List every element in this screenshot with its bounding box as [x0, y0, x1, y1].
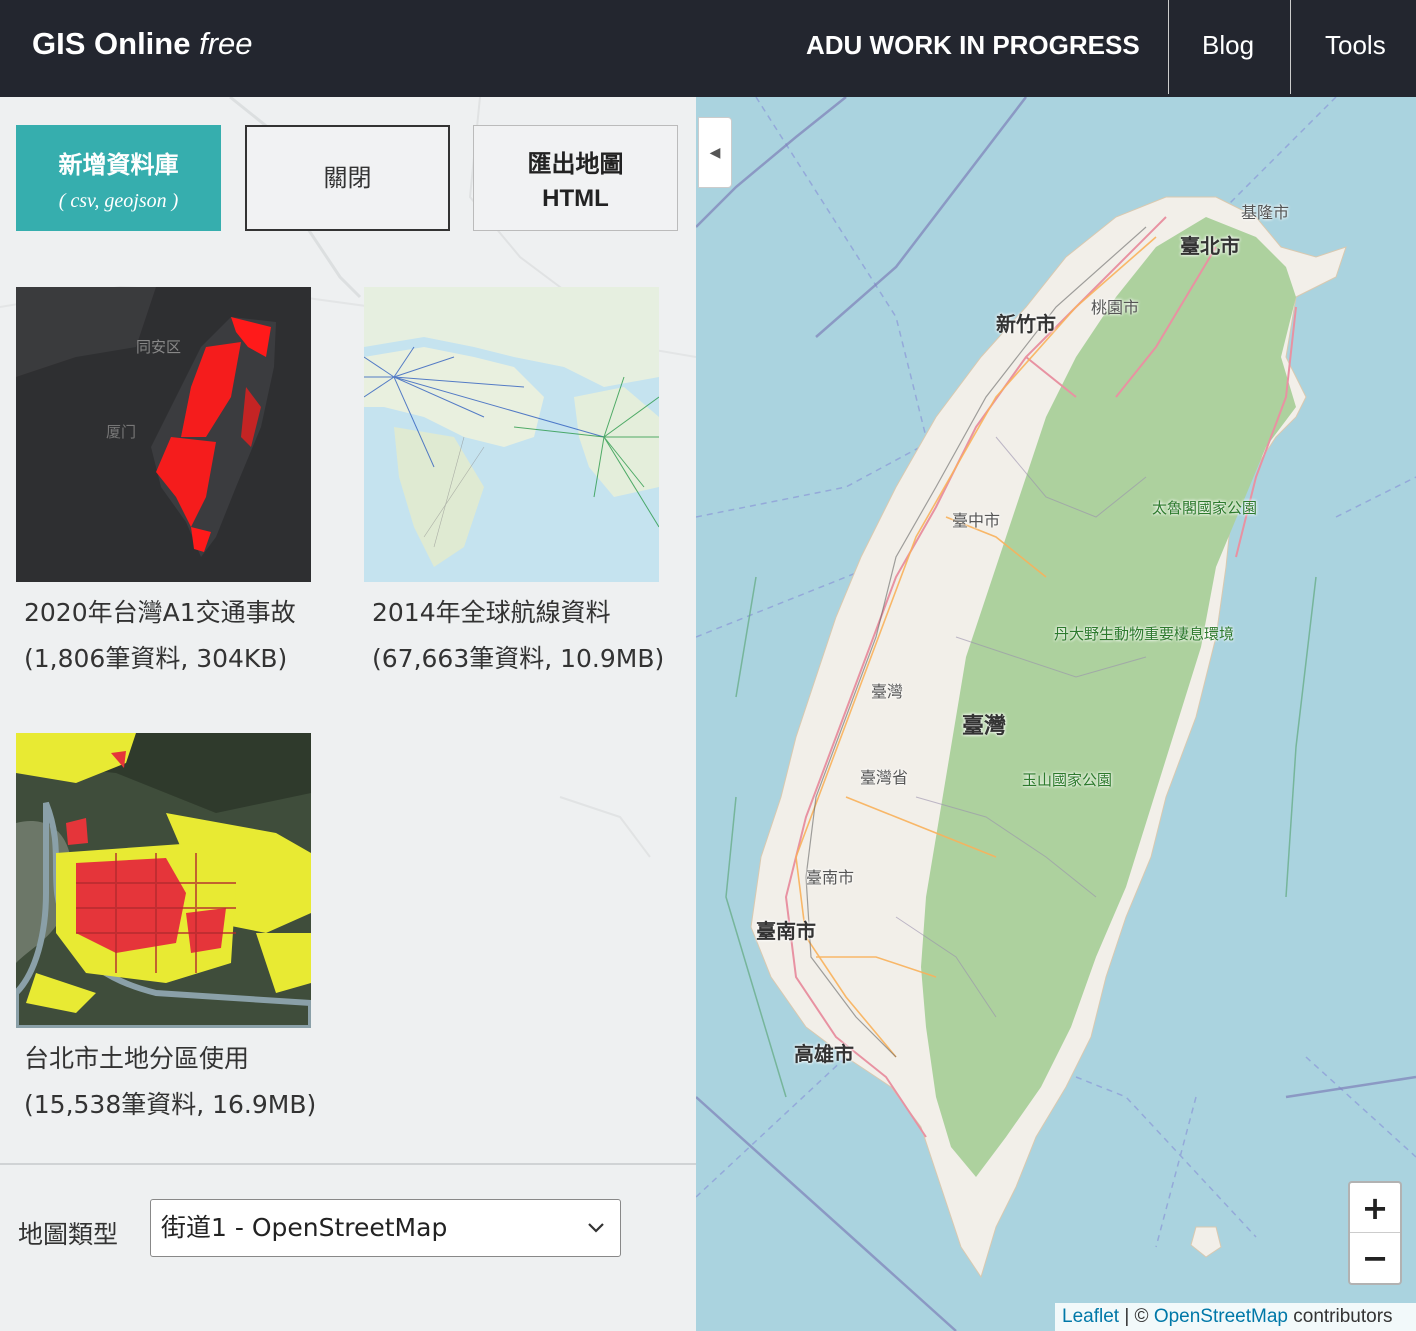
attribution-separator: | © — [1119, 1306, 1154, 1327]
map-label-taiwan-province: 臺灣省 — [860, 768, 909, 787]
export-html-button[interactable]: 匯出地圖 HTML — [473, 125, 678, 231]
export-format: HTML — [542, 185, 609, 212]
thumbnail-flights-image — [364, 287, 659, 582]
brand-logo[interactable]: GIS Online free — [32, 26, 253, 62]
map-attribution: Leaflet | © OpenStreetMap contributors — [1055, 1303, 1416, 1331]
nav-blog-link[interactable]: Blog — [1202, 30, 1254, 61]
nav-divider — [1290, 0, 1291, 94]
thumbnail-landuse-image — [16, 733, 311, 1028]
svg-text:厦门: 厦门 — [106, 423, 136, 441]
top-navbar: GIS Online free ADU WORK IN PROGRESS Blo… — [0, 0, 1416, 97]
map-label-taipei: 臺北市 — [1180, 234, 1240, 258]
zoom-in-button[interactable]: + — [1350, 1183, 1400, 1233]
map-label-tainan: 臺南市 — [756, 919, 816, 943]
add-dataset-label: 新增資料庫 — [58, 151, 179, 179]
map-label-taiwan-main: 臺灣 — [962, 714, 1007, 739]
nav-tools-link[interactable]: Tools — [1325, 30, 1386, 61]
map-label-dandaye: 丹大野生動物重要棲息環境 — [1054, 623, 1234, 645]
chevron-down-icon — [586, 1200, 606, 1277]
sidebar-divider — [0, 1163, 696, 1165]
map-type-label: 地圖類型 — [18, 1220, 119, 1249]
zoom-control: + − — [1348, 1181, 1402, 1285]
dataset-title[interactable]: 2020年台灣A1交通事故 — [24, 593, 296, 629]
map-view[interactable]: 基隆市 臺北市 桃園市 新竹市 臺中市 太魯閣國家公園 丹大野生動物重要棲息環境… — [696, 97, 1416, 1331]
map-label-kaohsiung: 高雄市 — [794, 1042, 854, 1066]
thumbnail-traffic-image: 同安区 厦门 — [16, 287, 311, 582]
collapse-sidebar-button[interactable]: ◀ — [698, 117, 732, 188]
export-label: 匯出地圖 — [527, 150, 624, 178]
nav-divider — [1168, 0, 1169, 94]
map-label-hsinchu: 新竹市 — [996, 312, 1056, 336]
svg-text:同安区: 同安区 — [136, 338, 181, 356]
brand-emphasis: free — [199, 26, 253, 61]
map-label-taroko: 太魯閣國家公園 — [1152, 499, 1258, 517]
sidebar-faded-map — [0, 97, 696, 858]
close-button[interactable]: 關閉 — [245, 125, 450, 231]
dataset-thumbnail-traffic[interactable]: 同安区 厦门 — [16, 287, 311, 582]
add-dataset-button[interactable]: 新增資料庫 ( csv, geojson ) — [16, 125, 221, 231]
zoom-out-button[interactable]: − — [1350, 1233, 1400, 1283]
map-label-yushan: 玉山國家公園 — [1022, 771, 1113, 789]
dataset-meta: (1,806筆資料, 304KB) — [24, 644, 288, 673]
taiwan-basemap — [696, 97, 1416, 1331]
map-type-selected: 街道1 - OpenStreetMap — [161, 1213, 448, 1242]
nav-wip-link[interactable]: ADU WORK IN PROGRESS — [806, 30, 1140, 61]
dataset-meta: (15,538筆資料, 16.9MB) — [24, 1090, 317, 1119]
dataset-title[interactable]: 台北市土地分區使用 — [24, 1039, 249, 1075]
map-label-taichung: 臺中市 — [952, 511, 1001, 530]
attribution-tail: contributors — [1287, 1306, 1393, 1327]
dataset-thumbnail-flights[interactable] — [364, 287, 659, 582]
add-dataset-formats: ( csv, geojson ) — [58, 190, 179, 212]
map-label-taiwan: 臺灣 — [871, 682, 904, 701]
map-label-tainan-small: 臺南市 — [806, 868, 855, 887]
dataset-title[interactable]: 2014年全球航線資料 — [372, 593, 611, 629]
dataset-meta: (67,663筆資料, 10.9MB) — [372, 644, 665, 673]
dataset-thumbnail-landuse[interactable] — [16, 733, 311, 1028]
sidebar-panel: 新增資料庫 ( csv, geojson ) 關閉 匯出地圖 HTML 同安区 … — [0, 97, 696, 1331]
map-type-select[interactable]: 街道1 - OpenStreetMap — [150, 1199, 621, 1257]
brand-main: GIS Online — [32, 26, 191, 61]
map-label-taoyuan: 桃園市 — [1091, 298, 1140, 317]
osm-link[interactable]: OpenStreetMap — [1154, 1306, 1288, 1327]
leaflet-link[interactable]: Leaflet — [1062, 1306, 1119, 1327]
map-label-keelung: 基隆市 — [1241, 203, 1290, 222]
caret-left-icon: ◀ — [709, 145, 721, 161]
